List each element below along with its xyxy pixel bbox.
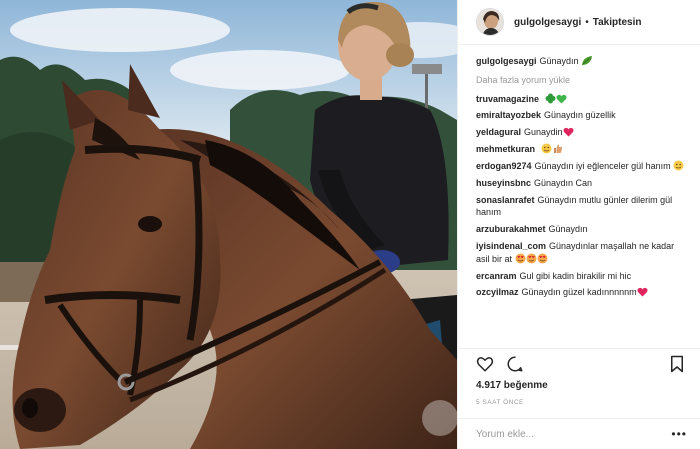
comment-item: arzuburakahmet Günaydın	[476, 223, 687, 236]
green-heart-emoji-icon	[556, 94, 567, 103]
comment-username[interactable]: ercanram	[476, 271, 517, 281]
comment-item: ercanram Gul gibi kadin birakilir mi hic	[476, 270, 687, 283]
post-details-panel: gulgolgesaygi • Takiptesin gulgolgesaygi…	[457, 0, 700, 449]
caption-text: Günaydın	[539, 56, 579, 66]
comment-text: Günaydın Can	[534, 177, 593, 188]
comment-item: ozcyilmaz Günaydın güzel kadınnnnnm	[476, 286, 687, 299]
comment-item: mehmetkuran	[476, 143, 687, 156]
comment-text: Gunaydin	[524, 127, 563, 138]
add-comment-bar: •••	[458, 418, 700, 449]
load-more-comments-link[interactable]: Daha fazla yorum yükle	[476, 75, 687, 85]
comment-bubble-icon[interactable]	[506, 355, 524, 373]
post-photo[interactable]	[0, 0, 457, 449]
comment-username[interactable]: sonaslanrafet	[476, 195, 535, 205]
comment-item: sonaslanrafet Günaydın mutlu günler diler…	[476, 194, 687, 219]
comment-username[interactable]: erdogan9274	[476, 161, 532, 171]
heart-eyes-emoji-icon	[537, 253, 548, 264]
caption-username[interactable]: gulgolgesaygi	[476, 56, 537, 66]
comment-text: Günaydın güzel kadınnnnnm	[521, 287, 637, 298]
comment-item: erdogan9274 Günaydın iyi eğlenceler gül h…	[476, 160, 687, 173]
comment-username[interactable]: ozcyilmaz	[476, 287, 519, 297]
comment-input[interactable]	[476, 428, 666, 440]
bookmark-icon[interactable]	[668, 355, 686, 373]
comment-username[interactable]: truvamagazine	[476, 94, 539, 104]
post-header: gulgolgesaygi • Takiptesin	[458, 0, 700, 45]
comment-item: yeldagural Gunaydin	[476, 126, 687, 139]
comment-item: truvamagazine	[476, 93, 687, 106]
post-actions-bar	[458, 348, 700, 378]
caption: gulgolgesaygi Günaydın	[476, 55, 687, 68]
comments-list[interactable]: gulgolgesaygi Günaydın Daha fazla yorum y…	[458, 55, 700, 345]
comment-username[interactable]: arzuburakahmet	[476, 224, 546, 234]
comment-item: iyisindenal_com Günaydınlar maşallah ne k…	[476, 240, 687, 265]
leaf-emoji-icon	[582, 56, 593, 65]
comment-username[interactable]: huseyinsbnc	[476, 178, 531, 188]
comment-username[interactable]: mehmetkuran	[476, 144, 535, 154]
heart-eyes-emoji-icon	[526, 253, 537, 264]
comment-username[interactable]: iyisindenal_com	[476, 241, 546, 251]
header-username[interactable]: gulgolgesaygi	[514, 17, 581, 28]
thumbs-up-emoji-icon	[553, 144, 562, 154]
watermark-logo	[422, 400, 457, 436]
avatar[interactable]	[476, 8, 504, 36]
post-timestamp: 5 SAAT ÖNCE	[476, 399, 524, 406]
header-separator: •	[585, 16, 589, 28]
comment-text: Günaydın iyi eğlenceler gül hanım	[534, 161, 671, 172]
comment-item: emiraltayozbek Günaydın güzellik	[476, 109, 687, 122]
horse-rider-photo	[0, 0, 457, 449]
clover-emoji-icon	[545, 93, 556, 103]
heart-eyes-emoji-icon	[515, 253, 526, 264]
red-heart-emoji-icon	[563, 128, 574, 137]
comment-username[interactable]: emiraltayozbek	[476, 110, 541, 120]
comment-text: Günaydın güzellik	[544, 110, 616, 121]
red-heart-emoji-icon	[637, 288, 648, 297]
comment-text: Gul gibi kadin birakilir mi hic	[519, 270, 632, 281]
smile-emoji-icon	[541, 143, 552, 154]
likes-count[interactable]: 4.917 beğenme	[476, 380, 548, 391]
smile-emoji-icon	[673, 160, 684, 171]
following-button[interactable]: Takiptesin	[593, 17, 642, 28]
heart-icon[interactable]	[476, 355, 494, 373]
comment-text: Günaydın	[548, 224, 588, 235]
comment-item: huseyinsbnc Günaydın Can	[476, 177, 687, 190]
more-options-icon[interactable]: •••	[671, 428, 687, 440]
comment-username[interactable]: yeldagural	[476, 127, 521, 137]
